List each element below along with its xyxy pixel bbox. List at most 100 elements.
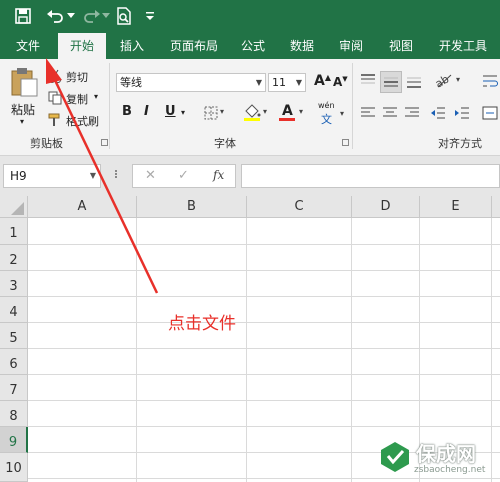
- format-painter-button[interactable]: 格式刷: [48, 111, 106, 129]
- grow-font-icon: ▲: [324, 73, 331, 82]
- font-size-combo[interactable]: 11 ▼: [268, 73, 306, 92]
- tab-data[interactable]: 数据: [282, 33, 322, 59]
- shrink-font-label: A: [333, 75, 343, 89]
- paste-button[interactable]: 粘贴 ▾: [6, 67, 42, 129]
- format-painter-label: 格式刷: [66, 115, 99, 128]
- fill-color-button[interactable]: ▾: [243, 103, 271, 125]
- align-middle-button[interactable]: [380, 71, 402, 93]
- column-header-b[interactable]: B: [137, 196, 247, 218]
- tab-formulas[interactable]: 公式: [233, 33, 273, 59]
- phonetic-button[interactable]: wén 文 ▾: [318, 101, 346, 126]
- redo-dropdown-icon[interactable]: [101, 5, 111, 27]
- grow-font-button[interactable]: A▲: [314, 73, 331, 89]
- wrap-text-button[interactable]: [482, 73, 500, 91]
- column-gridline: [246, 218, 247, 482]
- select-all-icon: [11, 202, 24, 215]
- font-dialog-launcher-icon[interactable]: [342, 139, 349, 146]
- ribbon: 粘贴 ▾ 剪切 复制 ▾ 格式刷 剪贴板 等线 ▼ 11 ▼ A▲ A▼ B I…: [0, 59, 500, 156]
- align-top-button[interactable]: [360, 73, 380, 91]
- shrink-font-button[interactable]: A▼: [333, 75, 348, 89]
- copy-label: 复制: [66, 93, 88, 106]
- column-header-d[interactable]: D: [352, 196, 420, 218]
- formula-bar: H9 ▼ ✕ ✓ fx: [0, 156, 500, 196]
- cut-label: 剪切: [66, 71, 88, 84]
- font-size-dropdown-icon: ▼: [295, 78, 302, 87]
- underline-dropdown-icon[interactable]: ▾: [181, 108, 185, 117]
- column-header-c[interactable]: C: [247, 196, 352, 218]
- row-header-4[interactable]: 4: [0, 297, 28, 323]
- print-preview-icon[interactable]: [114, 5, 134, 27]
- row-gridline: [28, 374, 500, 375]
- tab-insert[interactable]: 插入: [110, 33, 154, 59]
- formula-buttons: ✕ ✓ fx: [132, 164, 236, 188]
- bold-button[interactable]: B: [122, 104, 132, 119]
- tab-file[interactable]: 文件: [8, 33, 48, 59]
- row-gridline: [28, 348, 500, 349]
- font-color-button[interactable]: A ▾: [279, 103, 307, 125]
- formula-input[interactable]: [241, 164, 500, 188]
- font-color-label: A: [282, 103, 293, 119]
- italic-button[interactable]: I: [144, 104, 149, 119]
- copy-icon: [48, 91, 62, 105]
- ribbon-tabs: 文件 开始 插入 页面布局 公式 数据 审阅 视图 开发工具: [0, 33, 500, 59]
- save-icon[interactable]: [12, 5, 34, 27]
- row-gridline: [28, 296, 500, 297]
- align-right-button[interactable]: [404, 105, 424, 121]
- align-top-icon: [361, 74, 375, 84]
- phonetic-top-label: wén: [318, 101, 335, 110]
- orientation-icon: ab: [433, 72, 452, 91]
- row-header-1[interactable]: 1: [0, 218, 28, 245]
- redo-icon[interactable]: [82, 5, 102, 27]
- column-header-a[interactable]: A: [28, 196, 137, 218]
- decrease-indent-button[interactable]: [430, 105, 450, 121]
- column-header-f[interactable]: [492, 196, 500, 218]
- paste-label: 粘贴: [11, 103, 36, 117]
- watermark: 保成网 zsbaocheng.net: [376, 436, 500, 482]
- tab-home[interactable]: 开始: [58, 33, 106, 59]
- increase-indent-button[interactable]: [454, 105, 474, 121]
- row-header-2[interactable]: 2: [0, 245, 28, 271]
- clipboard-group-label: 剪贴板: [30, 137, 63, 150]
- row-gridline: [28, 244, 500, 245]
- merge-center-button[interactable]: [482, 105, 500, 121]
- align-left-button[interactable]: [360, 105, 380, 121]
- insert-function-icon[interactable]: fx: [213, 168, 224, 182]
- tab-review[interactable]: 审阅: [331, 33, 371, 59]
- font-size-value: 11: [272, 76, 286, 89]
- tab-view[interactable]: 视图: [381, 33, 421, 59]
- column-header-e[interactable]: E: [420, 196, 492, 218]
- underline-button[interactable]: U: [165, 104, 176, 119]
- row-header-6[interactable]: 6: [0, 349, 28, 375]
- cut-button[interactable]: 剪切: [48, 67, 98, 85]
- undo-icon[interactable]: [44, 5, 66, 27]
- font-color-dropdown-icon: ▾: [299, 107, 304, 116]
- tab-page-layout[interactable]: 页面布局: [164, 33, 224, 59]
- row-header-7[interactable]: 7: [0, 375, 28, 401]
- cancel-icon[interactable]: ✕: [145, 168, 156, 183]
- enter-icon[interactable]: ✓: [178, 168, 189, 183]
- name-box-dropdown-icon: ▼: [89, 171, 96, 180]
- formula-bar-grip-icon[interactable]: [115, 169, 119, 183]
- align-center-button[interactable]: [382, 105, 402, 121]
- select-all-corner[interactable]: [0, 196, 28, 218]
- align-bottom-button[interactable]: [406, 73, 426, 91]
- phonetic-dropdown-icon: ▾: [340, 109, 345, 118]
- clipboard-dialog-launcher-icon[interactable]: [101, 139, 108, 146]
- svg-text:ab: ab: [434, 72, 451, 89]
- borders-button[interactable]: ▾: [204, 105, 226, 121]
- row-header-10[interactable]: 10: [0, 453, 28, 482]
- row-gridline: [28, 322, 500, 323]
- row-header-9[interactable]: 9: [0, 427, 28, 453]
- customize-qat-icon[interactable]: [144, 5, 156, 27]
- name-box[interactable]: H9 ▼: [3, 164, 101, 188]
- tab-developer[interactable]: 开发工具: [430, 33, 496, 59]
- undo-dropdown-icon[interactable]: [66, 5, 76, 27]
- font-name-combo[interactable]: 等线 ▼: [116, 73, 266, 92]
- row-header-5[interactable]: 5: [0, 323, 28, 349]
- name-box-value: H9: [10, 169, 27, 183]
- row-header-3[interactable]: 3: [0, 271, 28, 297]
- orientation-button[interactable]: ab ▾: [433, 71, 464, 91]
- row-header-8[interactable]: 8: [0, 401, 28, 427]
- copy-button[interactable]: 复制 ▾: [48, 89, 106, 107]
- merge-center-icon: [482, 106, 498, 120]
